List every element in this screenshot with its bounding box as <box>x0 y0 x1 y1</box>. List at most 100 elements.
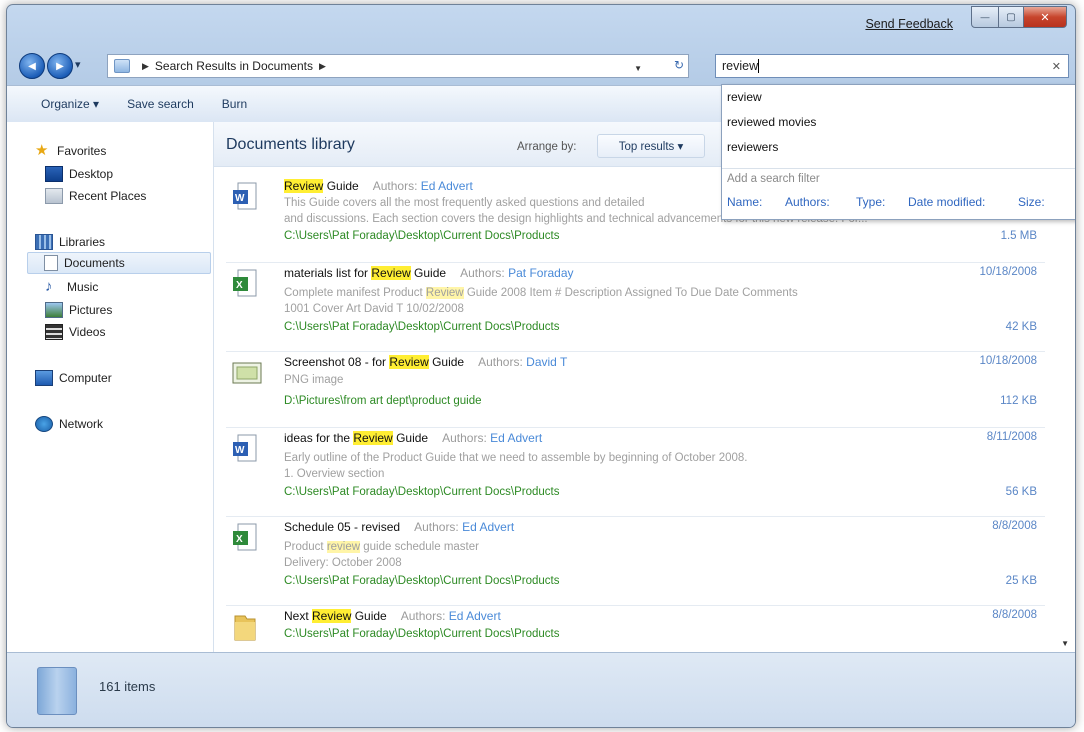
sidebar-item-pictures[interactable]: Pictures <box>45 302 112 318</box>
address-dropdown-icon[interactable]: ▼ <box>634 64 642 73</box>
list-item[interactable]: W ideas for the Review Guide Authors: Ed … <box>226 428 1045 517</box>
save-search-button[interactable]: Save search <box>127 97 194 111</box>
breadcrumb-chevron-icon: ▶ <box>142 60 149 71</box>
sidebar-item-computer[interactable]: Computer <box>35 370 112 386</box>
sidebar-item-videos[interactable]: Videos <box>45 324 105 340</box>
sidebar-item-network[interactable]: Network <box>35 416 103 432</box>
result-description: 1001 Cover Art David T 10/02/2008 <box>284 303 464 315</box>
author-value[interactable]: Ed Advert <box>490 431 542 445</box>
breadcrumb-search-results[interactable]: Search Results in Documents <box>155 59 313 73</box>
authors-label: Authors: <box>460 266 505 280</box>
result-title[interactable]: Next Review Guide Authors: Ed Advert <box>284 609 501 623</box>
search-filter-heading: Add a search filter <box>727 173 820 185</box>
close-button[interactable]: ✕ <box>1024 6 1067 28</box>
address-bar[interactable]: ▶ Search Results in Documents ▶ ▼ ↻ <box>107 54 689 78</box>
author-value[interactable]: Ed Advert <box>462 520 514 534</box>
list-item[interactable]: Next Review Guide Authors: Ed Advert 8/8/… <box>226 606 1045 658</box>
filter-name[interactable]: Name: <box>727 195 762 209</box>
author-value[interactable]: Ed Advert <box>449 609 501 623</box>
filter-date-modified[interactable]: Date modified: <box>908 195 985 209</box>
breadcrumb-chevron-icon[interactable]: ▶ <box>319 61 326 72</box>
sidebar-item-label: Pictures <box>69 303 113 317</box>
caption-buttons: — ▢ ✕ <box>971 6 1067 28</box>
scroll-down-arrow-icon[interactable]: ▼ <box>1061 639 1069 648</box>
recent-places-icon <box>45 188 63 204</box>
filter-type[interactable]: Type: <box>856 195 885 209</box>
send-feedback-link[interactable]: Send Feedback <box>865 17 953 31</box>
sidebar-item-label: Libraries <box>59 235 106 249</box>
result-path[interactable]: C:\Users\Pat Foraday\Desktop\Current Doc… <box>284 575 559 587</box>
forward-button[interactable]: ▶ <box>47 53 73 79</box>
author-value[interactable]: Pat Foraday <box>508 266 573 280</box>
divider <box>722 168 1075 169</box>
navigation-bar: ◀ ▶ ▾ ▶ Search Results in Documents ▶ ▼ … <box>7 49 1075 83</box>
excel-document-icon: X <box>233 269 257 297</box>
sidebar-item-favorites[interactable]: ★ Favorites <box>35 142 106 159</box>
word-document-icon: W <box>233 182 257 210</box>
result-path[interactable]: D:\Pictures\from art dept\product guide <box>284 395 482 407</box>
result-title[interactable]: Schedule 05 - revised Authors: Ed Advert <box>284 520 514 534</box>
text-caret <box>758 59 760 73</box>
search-input[interactable]: review ✕ <box>715 54 1069 78</box>
title-text: Guide <box>410 266 447 280</box>
result-path[interactable]: C:\Users\Pat Foraday\Desktop\Current Doc… <box>284 486 559 498</box>
star-icon: ★ <box>35 142 49 159</box>
sidebar-item-desktop[interactable]: Desktop <box>45 166 113 182</box>
back-button[interactable]: ◀ <box>19 53 45 79</box>
music-icon: ♪ <box>45 278 53 295</box>
result-title[interactable]: Screenshot 08 - for Review Guide Authors:… <box>284 355 567 369</box>
result-path[interactable]: C:\Users\Pat Foraday\Desktop\Current Doc… <box>284 230 559 242</box>
authors-label: Authors: <box>372 179 418 193</box>
search-input-value: review <box>722 59 759 73</box>
title-highlight: Review <box>353 431 393 445</box>
sidebar-item-recent-places[interactable]: Recent Places <box>45 188 146 204</box>
result-title[interactable]: ideas for the Review Guide Authors: Ed Ad… <box>284 431 542 445</box>
result-description: Delivery: October 2008 <box>284 557 402 569</box>
sidebar-item-label: Network <box>59 417 104 431</box>
minimize-icon: — <box>980 12 990 22</box>
item-count: 161 items <box>99 679 156 694</box>
burn-button[interactable]: Burn <box>222 97 247 111</box>
suggestion-item[interactable]: reviewers <box>727 140 778 154</box>
sidebar-item-music[interactable]: ♪ Music <box>45 278 98 295</box>
author-value[interactable]: David T <box>526 355 567 369</box>
result-date: 10/18/2008 <box>979 266 1037 278</box>
svg-text:W: W <box>235 193 245 204</box>
filter-size[interactable]: Size: <box>1018 195 1045 209</box>
minimize-button[interactable]: — <box>971 6 999 28</box>
clear-search-icon[interactable]: ✕ <box>1052 60 1061 73</box>
result-size: 1.5 MB <box>1000 230 1037 242</box>
refresh-icon[interactable]: ↻ <box>674 58 684 72</box>
sidebar-item-libraries[interactable]: Libraries <box>35 234 105 250</box>
list-item[interactable]: Screenshot 08 - for Review Guide Authors:… <box>226 352 1045 428</box>
result-title[interactable]: Review Guide Authors: Ed Advert <box>284 179 473 193</box>
arrange-by-dropdown[interactable]: Top results ▾ <box>597 134 705 158</box>
arrange-by-value: Top results ▾ <box>618 141 684 153</box>
network-icon <box>35 416 53 432</box>
list-item[interactable]: X Schedule 05 - revised Authors: Ed Adver… <box>226 517 1045 606</box>
result-date: 8/11/2008 <box>986 431 1037 443</box>
recent-pages-dropdown[interactable]: ▾ <box>75 58 81 71</box>
suggestion-item[interactable]: reviewed movies <box>727 115 816 129</box>
list-item[interactable]: X materials list for Review Guide Authors… <box>226 263 1045 352</box>
maximize-icon: ▢ <box>1006 11 1016 23</box>
arrange-by-label: Arrange by: <box>517 141 577 153</box>
title-highlight: Review <box>371 266 411 280</box>
title-highlight: Review <box>389 355 429 369</box>
result-path[interactable]: C:\Users\Pat Foraday\Desktop\Current Doc… <box>284 321 559 333</box>
title-text: Guide <box>323 179 359 193</box>
result-description: 1. Overview section <box>284 468 385 480</box>
sidebar-item-documents[interactable]: Documents <box>27 252 211 274</box>
forward-arrow-icon: ▶ <box>56 60 64 72</box>
search-results-list: W Review Guide Authors: Ed Advert This Gu… <box>226 176 1045 658</box>
result-title[interactable]: materials list for Review Guide Authors: … <box>284 266 574 280</box>
maximize-button[interactable]: ▢ <box>999 6 1024 28</box>
search-suggestions-dropdown: review reviewed movies reviewers Add a s… <box>721 84 1075 220</box>
author-value[interactable]: Ed Advert <box>421 179 473 193</box>
authors-label: Authors: <box>442 431 487 445</box>
filter-authors[interactable]: Authors: <box>785 195 830 209</box>
organize-button[interactable]: Organize ▾ <box>41 97 99 111</box>
result-path[interactable]: C:\Users\Pat Foraday\Desktop\Current Doc… <box>284 628 559 640</box>
suggestion-item[interactable]: review <box>727 90 762 104</box>
title-text: Guide <box>392 431 429 445</box>
